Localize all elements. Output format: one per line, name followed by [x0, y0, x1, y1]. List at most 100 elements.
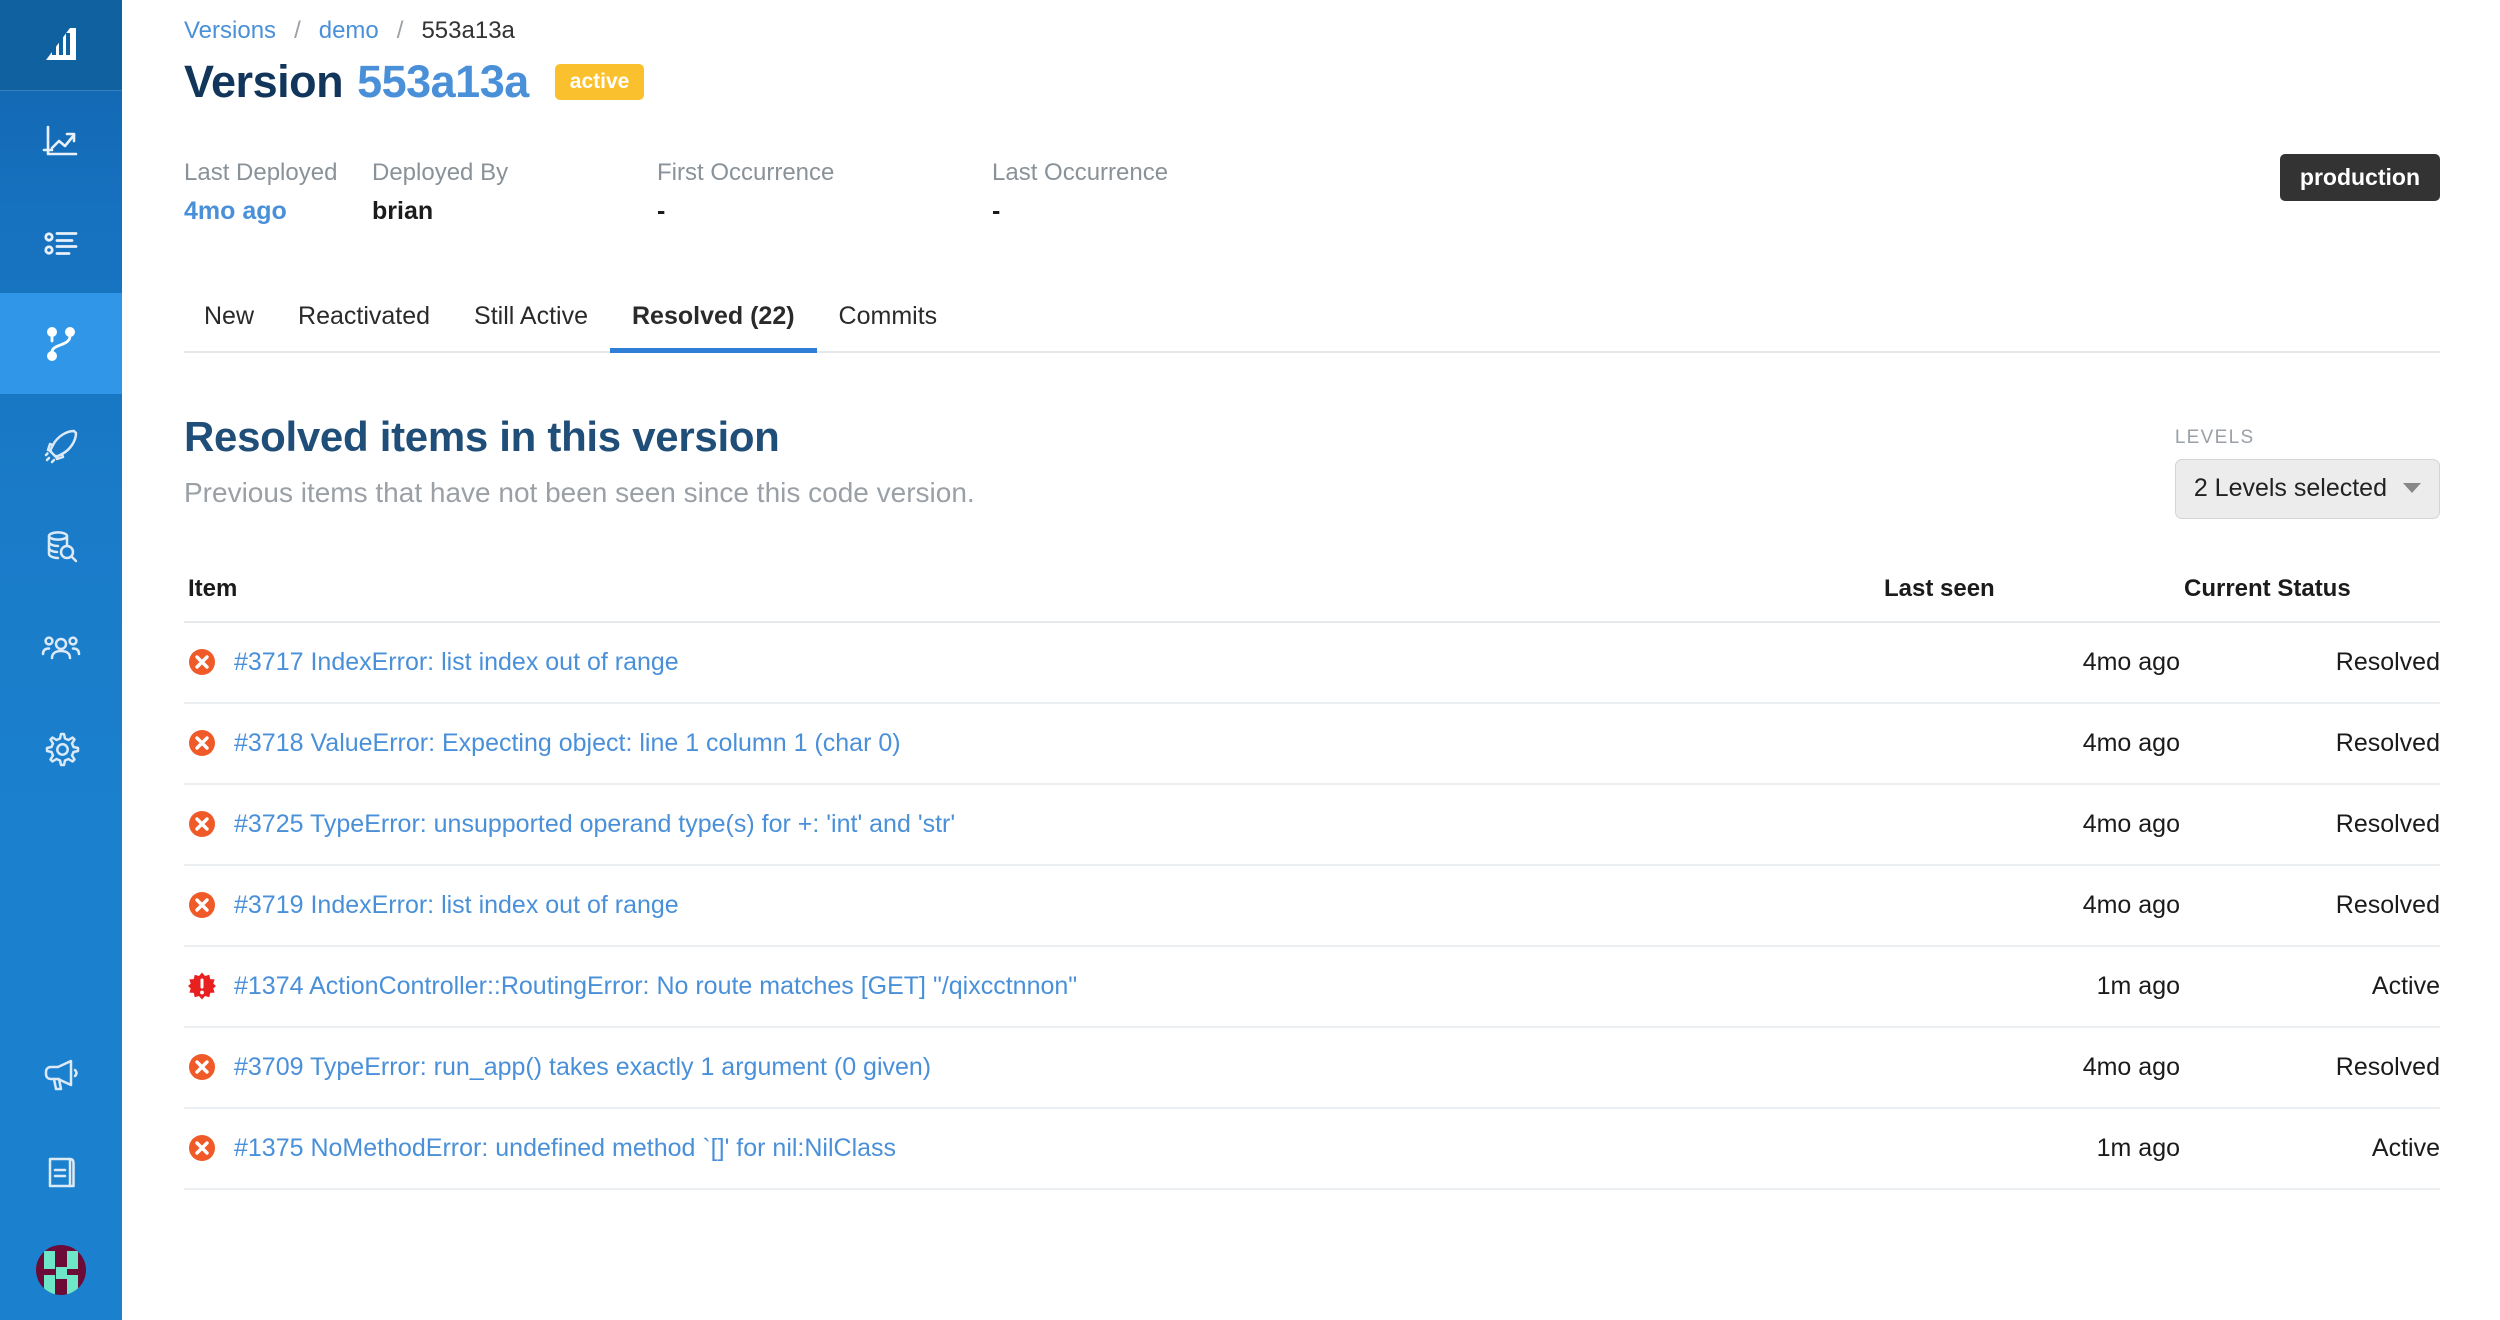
- tab-commits[interactable]: Commits: [817, 302, 960, 351]
- cell-item: #3717 IndexError: list index out of rang…: [184, 622, 1880, 703]
- critical-burst-icon: [188, 972, 216, 1000]
- meta-first-occurrence: First Occurrence -: [657, 160, 992, 226]
- meta-value: -: [657, 198, 992, 226]
- page-title: Version: [184, 56, 343, 108]
- cell-current-status: Active: [2180, 946, 2440, 1027]
- levels-dropdown[interactable]: 2 Levels selected: [2175, 459, 2440, 519]
- page-title-hash: 553a13a: [357, 56, 529, 108]
- cell-last-seen: 4mo ago: [1880, 1027, 2180, 1108]
- item-link[interactable]: #3719 IndexError: list index out of rang…: [234, 891, 679, 920]
- git-branch-icon: [40, 323, 82, 365]
- section-subtitle: Previous items that have not been seen s…: [184, 477, 975, 509]
- cell-item: #1375 NoMethodError: undefined method `[…: [184, 1108, 1880, 1189]
- cell-last-seen: 4mo ago: [1880, 703, 2180, 784]
- error-circle-icon: [188, 1134, 216, 1162]
- item-link[interactable]: #3725 TypeError: unsupported operand typ…: [234, 810, 955, 839]
- sidebar-item-versions[interactable]: [0, 293, 122, 394]
- sidebar-item-announcements[interactable]: [0, 1028, 122, 1124]
- item-link[interactable]: #1374 ActionController::RoutingError: No…: [234, 972, 1077, 1001]
- environment-badge: production: [2280, 154, 2440, 201]
- metadata-row: Last Deployed 4mo ago Deployed By brian …: [184, 160, 2440, 226]
- main-content: Versions / demo / 553a13a Version 553a13…: [122, 0, 2500, 1320]
- cell-item: #1374 ActionController::RoutingError: No…: [184, 946, 1880, 1027]
- cell-last-seen: 4mo ago: [1880, 865, 2180, 946]
- levels-filter: LEVELS 2 Levels selected: [2175, 413, 2440, 519]
- column-header-current-status[interactable]: Current Status: [2180, 575, 2440, 622]
- sidebar-item-people[interactable]: [0, 596, 122, 697]
- sidebar-item-items[interactable]: [0, 192, 122, 293]
- breadcrumb-versions-link[interactable]: Versions: [184, 17, 276, 45]
- item-link[interactable]: #3717 IndexError: list index out of rang…: [234, 648, 679, 677]
- tab-bar: New Reactivated Still Active Resolved (2…: [184, 302, 2440, 353]
- tab-reactivated[interactable]: Reactivated: [276, 302, 452, 351]
- tab-resolved[interactable]: Resolved (22): [610, 302, 817, 351]
- table-row[interactable]: #1374 ActionController::RoutingError: No…: [184, 946, 2440, 1027]
- table-row[interactable]: #3709 TypeError: run_app() takes exactly…: [184, 1027, 2440, 1108]
- list-items-icon: [40, 222, 82, 264]
- table-row[interactable]: #3719 IndexError: list index out of rang…: [184, 865, 2440, 946]
- breadcrumb: Versions / demo / 553a13a: [184, 0, 2440, 44]
- sidebar-item-docs[interactable]: [0, 1124, 122, 1220]
- cell-current-status: Active: [2180, 1108, 2440, 1189]
- sidebar-item-settings[interactable]: [0, 697, 122, 798]
- cell-last-seen: 1m ago: [1880, 1108, 2180, 1189]
- section-header: Resolved items in this version Previous …: [184, 413, 2440, 519]
- error-circle-icon: [188, 648, 216, 676]
- avatar-wrap[interactable]: [0, 1220, 122, 1320]
- rollbar-logo-icon[interactable]: [0, 0, 122, 90]
- sidebar-item-rql[interactable]: [0, 495, 122, 596]
- section-title: Resolved items in this version: [184, 413, 975, 461]
- meta-label: First Occurrence: [657, 160, 992, 186]
- tab-still-active[interactable]: Still Active: [452, 302, 610, 351]
- user-avatar[interactable]: [36, 1245, 86, 1295]
- sidebar-item-dashboard[interactable]: [0, 91, 122, 192]
- cell-current-status: Resolved: [2180, 1027, 2440, 1108]
- column-header-item: Item: [184, 575, 1880, 622]
- rocket-icon: [40, 424, 82, 466]
- item-link[interactable]: #1375 NoMethodError: undefined method `[…: [234, 1134, 896, 1163]
- table-row[interactable]: #1375 NoMethodError: undefined method `[…: [184, 1108, 2440, 1189]
- chevron-down-icon: [2403, 483, 2421, 493]
- book-icon: [40, 1151, 82, 1193]
- item-link[interactable]: #3709 TypeError: run_app() takes exactly…: [234, 1053, 931, 1082]
- resolved-items-table: Item Last seen Current Status #3717 Inde…: [184, 575, 2440, 1190]
- error-circle-icon: [188, 1053, 216, 1081]
- item-link[interactable]: #3718 ValueError: Expecting object: line…: [234, 729, 901, 758]
- breadcrumb-separator-2: /: [397, 17, 404, 45]
- status-badge: active: [555, 64, 645, 100]
- cell-last-seen: 4mo ago: [1880, 784, 2180, 865]
- error-circle-icon: [188, 729, 216, 757]
- page-title-row: Version 553a13a active: [184, 56, 2440, 108]
- sidebar-item-deploys[interactable]: [0, 394, 122, 495]
- meta-label: Last Occurrence: [992, 160, 1168, 186]
- column-header-last-seen: Last seen: [1880, 575, 2180, 622]
- table-row[interactable]: #3718 ValueError: Expecting object: line…: [184, 703, 2440, 784]
- breadcrumb-project-link[interactable]: demo: [319, 17, 379, 45]
- cell-item: #3719 IndexError: list index out of rang…: [184, 865, 1880, 946]
- meta-label: Last Deployed: [184, 160, 372, 186]
- cell-current-status: Resolved: [2180, 784, 2440, 865]
- cell-current-status: Resolved: [2180, 703, 2440, 784]
- table-header: Item Last seen Current Status: [184, 575, 2440, 622]
- meta-last-occurrence: Last Occurrence -: [992, 160, 1168, 226]
- people-icon: [40, 626, 82, 668]
- cell-last-seen: 4mo ago: [1880, 622, 2180, 703]
- meta-value[interactable]: 4mo ago: [184, 198, 372, 226]
- table-body: #3717 IndexError: list index out of rang…: [184, 622, 2440, 1189]
- table-row[interactable]: #3725 TypeError: unsupported operand typ…: [184, 784, 2440, 865]
- tab-new[interactable]: New: [184, 302, 276, 351]
- meta-label: Deployed By: [372, 160, 657, 186]
- table-header-row: Item Last seen Current Status: [184, 575, 2440, 622]
- cell-current-status: Resolved: [2180, 622, 2440, 703]
- table-row[interactable]: #3717 IndexError: list index out of rang…: [184, 622, 2440, 703]
- section-heading-block: Resolved items in this version Previous …: [184, 413, 975, 509]
- error-circle-icon: [188, 810, 216, 838]
- cell-item: #3718 ValueError: Expecting object: line…: [184, 703, 1880, 784]
- cell-last-seen: 1m ago: [1880, 946, 2180, 1027]
- main-sidebar: [0, 0, 122, 1320]
- error-circle-icon: [188, 891, 216, 919]
- meta-last-deployed: Last Deployed 4mo ago: [184, 160, 372, 226]
- database-search-icon: [40, 525, 82, 567]
- megaphone-icon: [40, 1055, 82, 1097]
- levels-label: LEVELS: [2175, 427, 2440, 449]
